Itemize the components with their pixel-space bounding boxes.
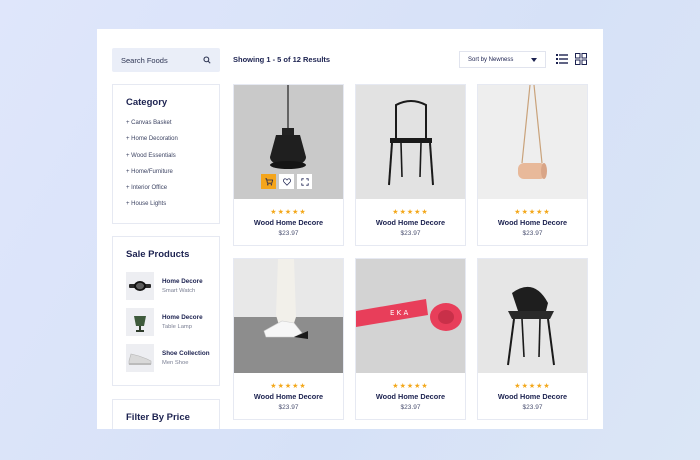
grid-view-icon[interactable] <box>575 53 587 65</box>
rating-stars: ★★★★★ <box>392 383 429 390</box>
sale-item[interactable]: Shoe Collection Men Shoe <box>126 340 219 376</box>
heart-icon <box>282 177 291 186</box>
product-name[interactable]: Wood Home Decore <box>356 218 465 227</box>
category-item-canvas-basket[interactable]: + Canvas Basket <box>126 118 219 134</box>
list-view-icon[interactable] <box>556 53 568 65</box>
filter-price-title: Filter By Price <box>126 412 190 423</box>
product-name[interactable]: Wood Home Decore <box>234 392 343 401</box>
sale-item[interactable]: Home Decore Table Lamp <box>126 304 219 340</box>
product-name[interactable]: Wood Home Decore <box>478 218 587 227</box>
sale-products-card: Sale Products Home Decore Smart Watch Ho… <box>112 236 220 386</box>
sort-select[interactable]: Sort by Newness <box>459 51 546 68</box>
product-card[interactable]: E K A ★★★★★ Wood Home Decore $23.97 <box>355 258 466 420</box>
sort-label: Sort by Newness <box>468 56 514 63</box>
search-icon[interactable] <box>203 56 211 64</box>
sale-item-subtitle: Men Shoe <box>162 360 189 366</box>
watch-icon <box>126 272 154 300</box>
rating-stars: ★★★★★ <box>392 209 429 216</box>
product-price: $23.97 <box>400 230 421 237</box>
category-title: Category <box>126 97 168 108</box>
rating-stars: ★★★★★ <box>270 383 307 390</box>
quick-view-button[interactable] <box>297 174 312 189</box>
category-card: Category + Canvas Basket + Home Decorati… <box>112 84 220 224</box>
sale-products-title: Sale Products <box>126 249 190 260</box>
product-card[interactable]: ★★★★★ Wood Home Decore $23.97 <box>233 258 344 420</box>
search-input[interactable]: Search Foods <box>112 48 220 72</box>
product-card[interactable]: ★★★★★ Wood Home Decore $23.97 <box>355 84 466 246</box>
wishlist-button[interactable] <box>279 174 294 189</box>
svg-text:E K A: E K A <box>390 309 408 317</box>
expand-icon <box>300 177 309 186</box>
sale-item-title[interactable]: Shoe Collection <box>162 350 210 357</box>
category-item-home-decoration[interactable]: + Home Decoration <box>126 134 219 150</box>
category-list: + Canvas Basket + Home Decoration + Wood… <box>126 118 219 216</box>
sale-item-subtitle: Smart Watch <box>162 288 196 294</box>
category-item-house-lights[interactable]: + House Lights <box>126 199 219 215</box>
product-name[interactable]: Wood Home Decore <box>234 218 343 227</box>
category-item-home-furniture[interactable]: + Home/Furniture <box>126 167 219 183</box>
shoe-icon <box>126 344 154 372</box>
product-card[interactable]: ★★★★★ Wood Home Decore $23.97 <box>233 84 344 246</box>
product-name[interactable]: Wood Home Decore <box>478 392 587 401</box>
product-name[interactable]: Wood Home Decore <box>356 392 465 401</box>
product-price: $23.97 <box>278 404 299 411</box>
lamp-icon <box>126 308 154 336</box>
chevron-down-icon <box>531 57 537 62</box>
product-price: $23.97 <box>400 404 421 411</box>
shop-panel: Search Foods Category + Canvas Basket + … <box>97 29 603 429</box>
sale-item-subtitle: Table Lamp <box>162 324 192 330</box>
product-price: $23.97 <box>522 404 543 411</box>
category-item-wood-essentials[interactable]: + Wood Essentials <box>126 151 219 167</box>
product-card[interactable]: ★★★★★ Wood Home Decore $23.97 <box>477 84 588 246</box>
filter-price-card: Filter By Price <box>112 399 220 429</box>
search-label: Search Foods <box>121 55 168 65</box>
category-item-interior-office[interactable]: + Interior Office <box>126 183 219 199</box>
product-card[interactable]: ★★★★★ Wood Home Decore $23.97 <box>477 258 588 420</box>
product-price: $23.97 <box>278 230 299 237</box>
sale-item[interactable]: Home Decore Smart Watch <box>126 268 219 304</box>
product-actions <box>261 174 312 189</box>
rating-stars: ★★★★★ <box>270 209 307 216</box>
product-price: $23.97 <box>522 230 543 237</box>
results-count: Showing 1 - 5 of 12 Results <box>233 55 331 64</box>
rating-stars: ★★★★★ <box>514 383 551 390</box>
cart-icon <box>264 177 273 186</box>
rating-stars: ★★★★★ <box>514 209 551 216</box>
black-stool-chair-image <box>356 85 465 199</box>
sale-item-title[interactable]: Home Decore <box>162 314 203 321</box>
red-tape-image: E K A <box>356 259 465 373</box>
add-to-cart-button[interactable] <box>261 174 276 189</box>
hanging-bag-image <box>478 85 587 199</box>
sale-item-title[interactable]: Home Decore <box>162 278 203 285</box>
black-chair-image <box>478 259 587 373</box>
sneakers-image <box>234 259 343 373</box>
